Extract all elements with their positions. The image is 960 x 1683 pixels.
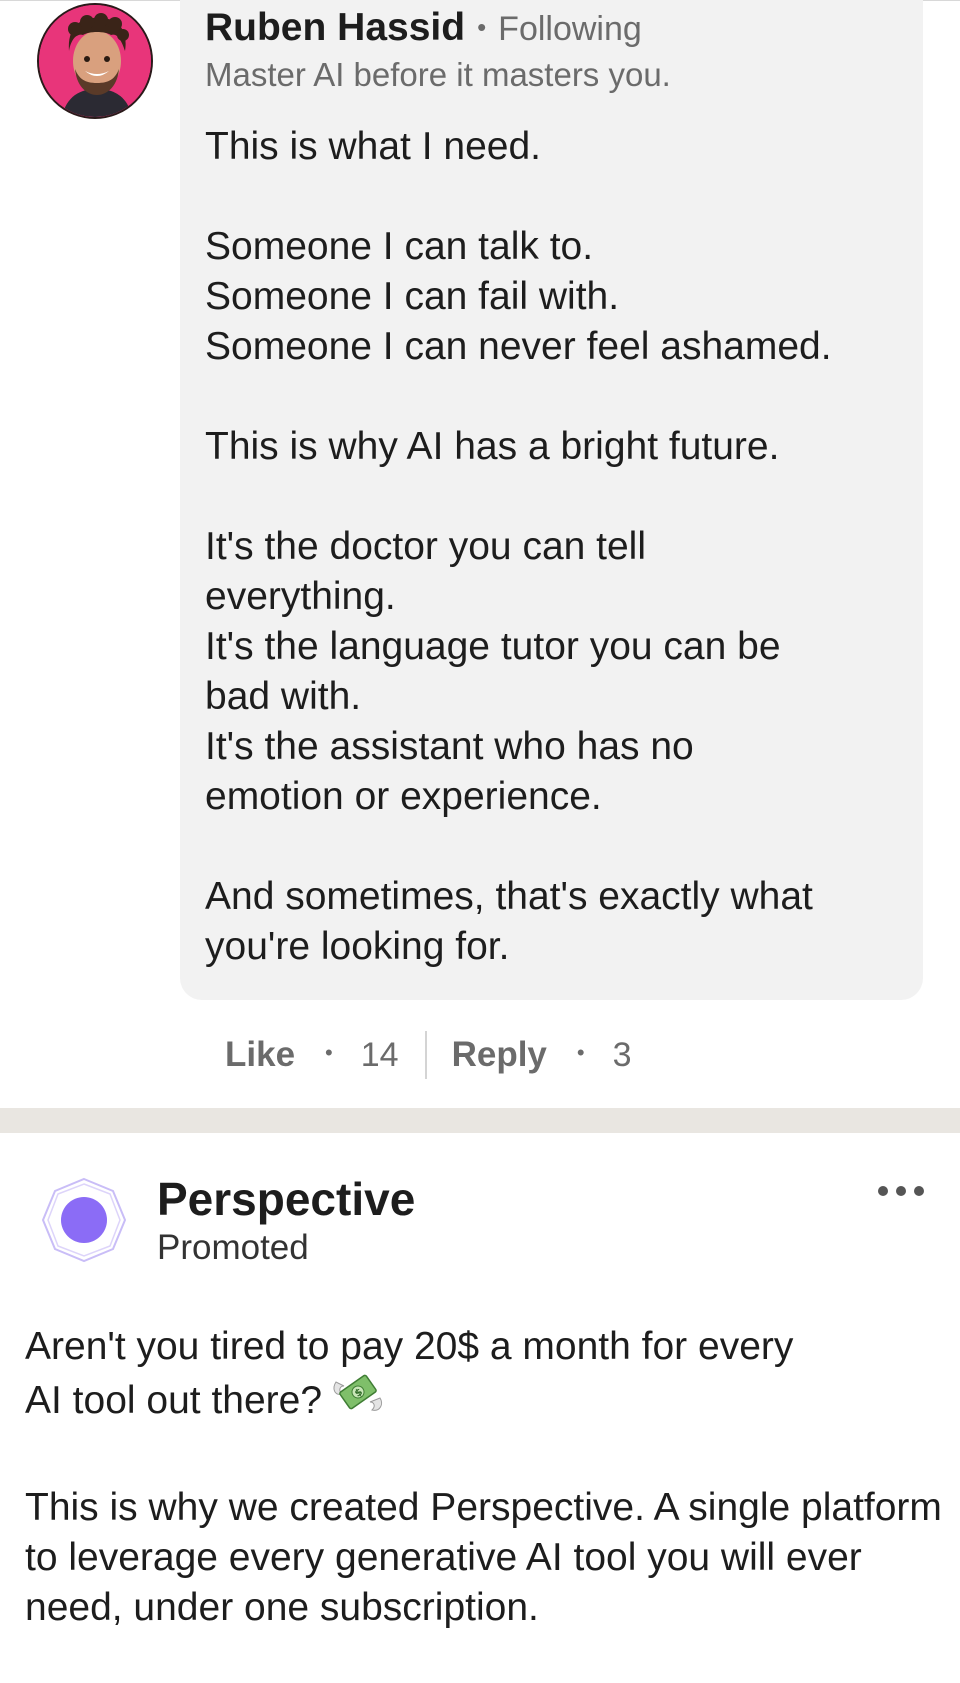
comment-line: This is what I need. — [205, 125, 541, 168]
actions-divider — [424, 1031, 427, 1079]
profile-photo-icon — [39, 5, 151, 117]
feed-separator — [0, 1108, 960, 1133]
reply-separator: • — [576, 1040, 585, 1065]
author-separator: • — [477, 12, 487, 42]
comment-paragraph: Someone I can talk to. Someone I can fai… — [205, 222, 905, 372]
reply-button[interactable]: Reply — [452, 1035, 547, 1075]
ellipsis-dot — [878, 1186, 888, 1196]
comment-line: It's the doctor you can tell — [205, 525, 647, 568]
comment-line: Someone I can fail with. — [205, 275, 620, 318]
comment-line: you're looking for. — [205, 925, 510, 968]
comment-line: Someone I can talk to. — [205, 225, 594, 268]
money-with-wings-icon: $ — [332, 1368, 384, 1429]
like-button[interactable]: Like — [225, 1035, 295, 1075]
comment-paragraph: This is why AI has a bright future. — [205, 422, 905, 472]
comment-paragraph: It's the doctor you can tell everything.… — [205, 522, 905, 822]
comment-line: And sometimes, that's exactly what — [205, 875, 813, 918]
brand-logo[interactable] — [40, 1176, 128, 1264]
brand-name[interactable]: Perspective — [157, 1172, 415, 1226]
comment-paragraph: And sometimes, that's exactly what you'r… — [205, 872, 905, 972]
author-avatar[interactable] — [37, 3, 153, 119]
ellipsis-dot — [896, 1186, 906, 1196]
comment-paragraph: This is what I need. — [205, 122, 905, 172]
comment-body: This is what I need. Someone I can talk … — [205, 122, 905, 972]
ellipsis-dot — [914, 1186, 924, 1196]
promo-text-line: AI tool out there? — [25, 1378, 323, 1422]
reply-count[interactable]: 3 — [613, 1036, 632, 1075]
comment-line: It's the language tutor you can be — [205, 625, 781, 668]
octagon-circle-logo-icon — [41, 1177, 127, 1263]
comment-actions: Like • 14 Reply • 3 — [225, 1030, 632, 1080]
comment-line: Someone I can never feel ashamed. — [205, 325, 832, 368]
comment-author-headline: Master AI before it masters you. — [205, 56, 671, 93]
promo-paragraph: Aren't you tired to pay 20$ a month for … — [25, 1322, 945, 1433]
promo-post-body: Aren't you tired to pay 20$ a month for … — [25, 1322, 945, 1683]
comment-line: It's the assistant who has no — [205, 725, 694, 768]
like-separator: • — [325, 1040, 333, 1065]
comment-line: everything. — [205, 575, 396, 618]
promoted-label: Promoted — [157, 1228, 309, 1267]
following-status: Following — [498, 10, 642, 48]
comment-line: bad with. — [205, 675, 362, 718]
comment-author-name[interactable]: Ruben Hassid — [205, 6, 465, 50]
comment-line: This is why AI has a bright future. — [205, 425, 780, 468]
like-count[interactable]: 14 — [361, 1036, 399, 1075]
comment-author-line: Ruben Hassid • Following — [205, 6, 642, 50]
promo-text-line: Aren't you tired to pay 20$ a month for … — [25, 1325, 794, 1368]
more-options-button[interactable] — [878, 1178, 924, 1204]
comment-line: emotion or experience. — [205, 775, 602, 818]
